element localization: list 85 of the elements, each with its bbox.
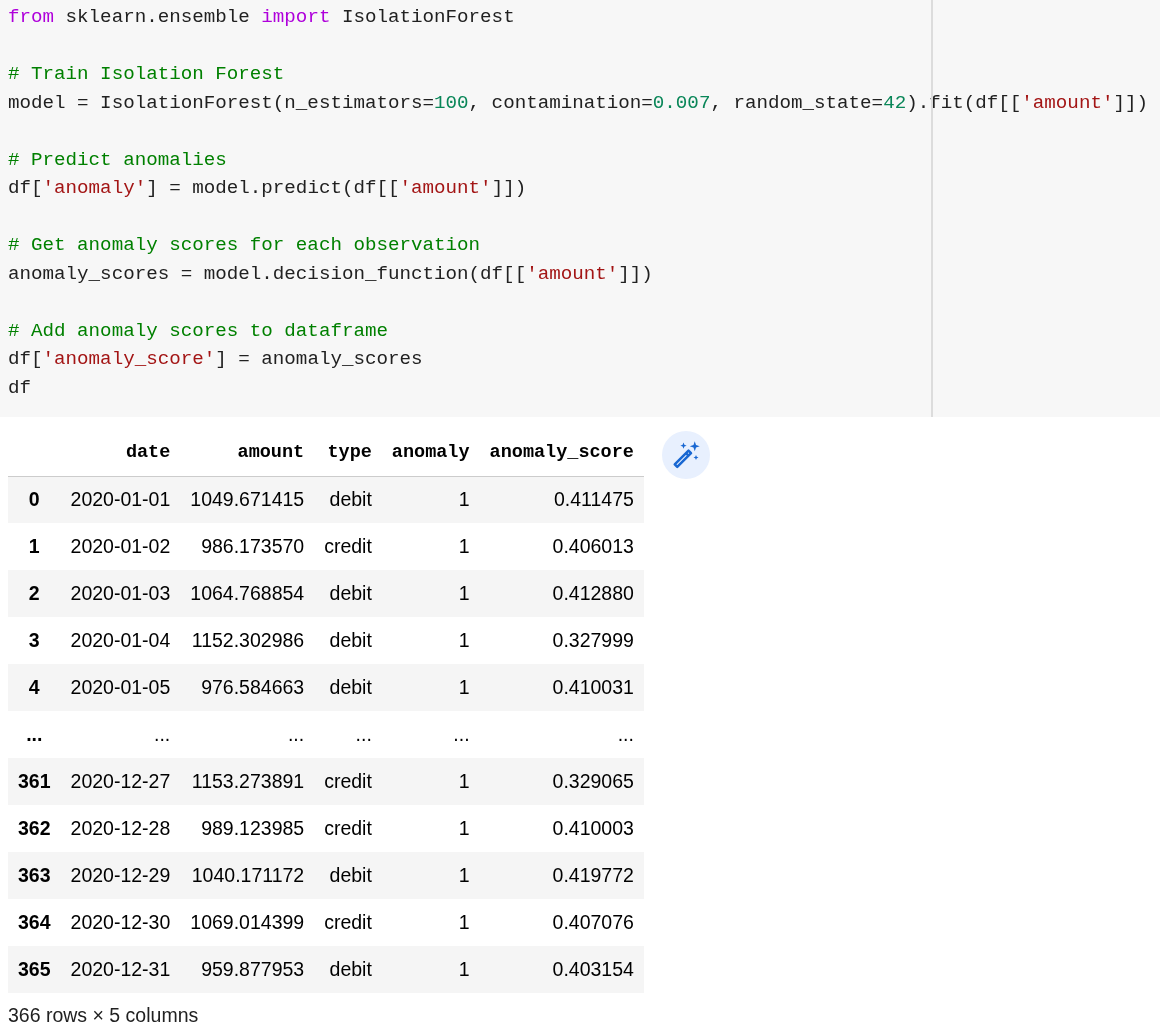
code-line: anomaly_scores = model.decision_function(df[['amount']]) <box>8 261 653 287</box>
code-cell[interactable] <box>0 0 1160 417</box>
table-cell: credit <box>314 899 382 946</box>
table-cell: 2020-12-30 <box>60 899 181 946</box>
column-header: anomaly <box>381 431 480 476</box>
table-cell: 2020-01-02 <box>60 523 181 570</box>
row-index: 363 <box>8 852 61 899</box>
table-cell: 1 <box>381 899 480 946</box>
table-cell: 1 <box>381 476 480 523</box>
row-index: 2 <box>8 570 61 617</box>
table-cell: 1 <box>381 664 480 711</box>
table-cell: 2020-01-03 <box>60 570 181 617</box>
table-cell: 0.327999 <box>479 617 644 664</box>
table-cell: 0.329065 <box>479 758 644 805</box>
magic-wand-button[interactable] <box>661 431 710 479</box>
row-index: 4 <box>8 664 61 711</box>
table-cell: 1 <box>381 805 480 852</box>
row-index: 361 <box>8 758 61 805</box>
table-cell: credit <box>314 805 382 852</box>
table-cell: credit <box>314 523 382 570</box>
table-cell: 2020-01-05 <box>60 664 181 711</box>
table-cell: 2020-12-29 <box>60 852 181 899</box>
code-line: # Get anomaly scores for each observation <box>8 233 481 258</box>
code-line: df['anomaly_score'] = anomaly_scores <box>8 347 423 372</box>
table-cell: 1069.014399 <box>180 899 315 946</box>
code-line: # Train Isolation Forest <box>8 62 285 87</box>
table-cell: 2020-01-01 <box>60 476 181 523</box>
table-cell: 0.412880 <box>479 570 644 617</box>
table-cell: 989.123985 <box>180 805 315 852</box>
table-cell: 0.407076 <box>479 899 644 946</box>
table-cell: debit <box>314 617 382 664</box>
row-index: 365 <box>8 946 61 993</box>
table-cell: 2020-12-27 <box>60 758 181 805</box>
table-cell: credit <box>314 758 382 805</box>
code-line: model = IsolationForest(n_estimators=100, contamination=0.007, random_state=42).fit(df[['amount']]) <box>8 90 1148 116</box>
table-cell: 1 <box>381 852 480 899</box>
table-cell: 959.877953 <box>180 946 315 993</box>
column-header: type <box>314 431 382 476</box>
row-index: 3 <box>8 617 61 664</box>
table-shape-note: 366 rows × 5 columns <box>8 1003 200 1028</box>
table-cell: 2020-01-04 <box>60 617 181 664</box>
table-cell: debit <box>314 476 382 523</box>
column-header: anomaly_score <box>479 431 644 476</box>
table-cell: 0.419772 <box>479 852 644 899</box>
table-cell: 0.411475 <box>479 476 644 523</box>
table-cell: 1 <box>381 617 480 664</box>
table-cell: 1 <box>381 523 480 570</box>
table-cell: debit <box>314 852 382 899</box>
table-cell: 1 <box>381 570 480 617</box>
table-cell: 1 <box>381 946 480 993</box>
table-cell: ... <box>314 711 382 758</box>
table-cell: 1153.273891 <box>180 758 315 805</box>
table-cell: debit <box>314 570 382 617</box>
table-cell: 2020-12-31 <box>60 946 181 993</box>
table-cell: ... <box>180 711 315 758</box>
table-cell: 976.584663 <box>180 664 315 711</box>
table-cell: 2020-12-28 <box>60 805 181 852</box>
row-index: 1 <box>8 523 61 570</box>
table-cell: 0.410031 <box>479 664 644 711</box>
table-cell: 1049.671415 <box>180 476 315 523</box>
code-line: df['anomaly'] = model.predict(df[['amount']]) <box>8 176 527 201</box>
code-line: # Add anomaly scores to dataframe <box>8 318 388 344</box>
table-cell: 1 <box>381 758 480 805</box>
table-cell: debit <box>314 664 382 711</box>
row-index: 364 <box>8 899 61 946</box>
row-index: 362 <box>8 805 61 852</box>
table-cell: 1040.171172 <box>180 852 315 899</box>
row-index: 0 <box>8 476 61 523</box>
table-cell: ... <box>381 711 480 758</box>
table-cell: 0.406013 <box>479 523 644 570</box>
table-cell: 1152.302986 <box>180 617 315 664</box>
table-cell: ... <box>479 711 644 758</box>
table-cell: 986.173570 <box>180 523 315 570</box>
column-header: amount <box>180 431 315 476</box>
table-cell: debit <box>314 946 382 993</box>
table-cell: 1064.768854 <box>180 570 315 617</box>
row-index: ... <box>8 711 61 758</box>
table-cell: 0.403154 <box>479 946 644 993</box>
magic-wand-icon <box>670 440 701 470</box>
column-header: date <box>60 431 181 476</box>
code-line: df <box>8 375 32 401</box>
code-line: # Predict anomalies <box>8 147 227 173</box>
table-cell: 0.410003 <box>479 805 644 852</box>
code-line: from sklearn.ensemble import IsolationForest <box>8 5 515 30</box>
table-cell: ... <box>60 711 181 758</box>
